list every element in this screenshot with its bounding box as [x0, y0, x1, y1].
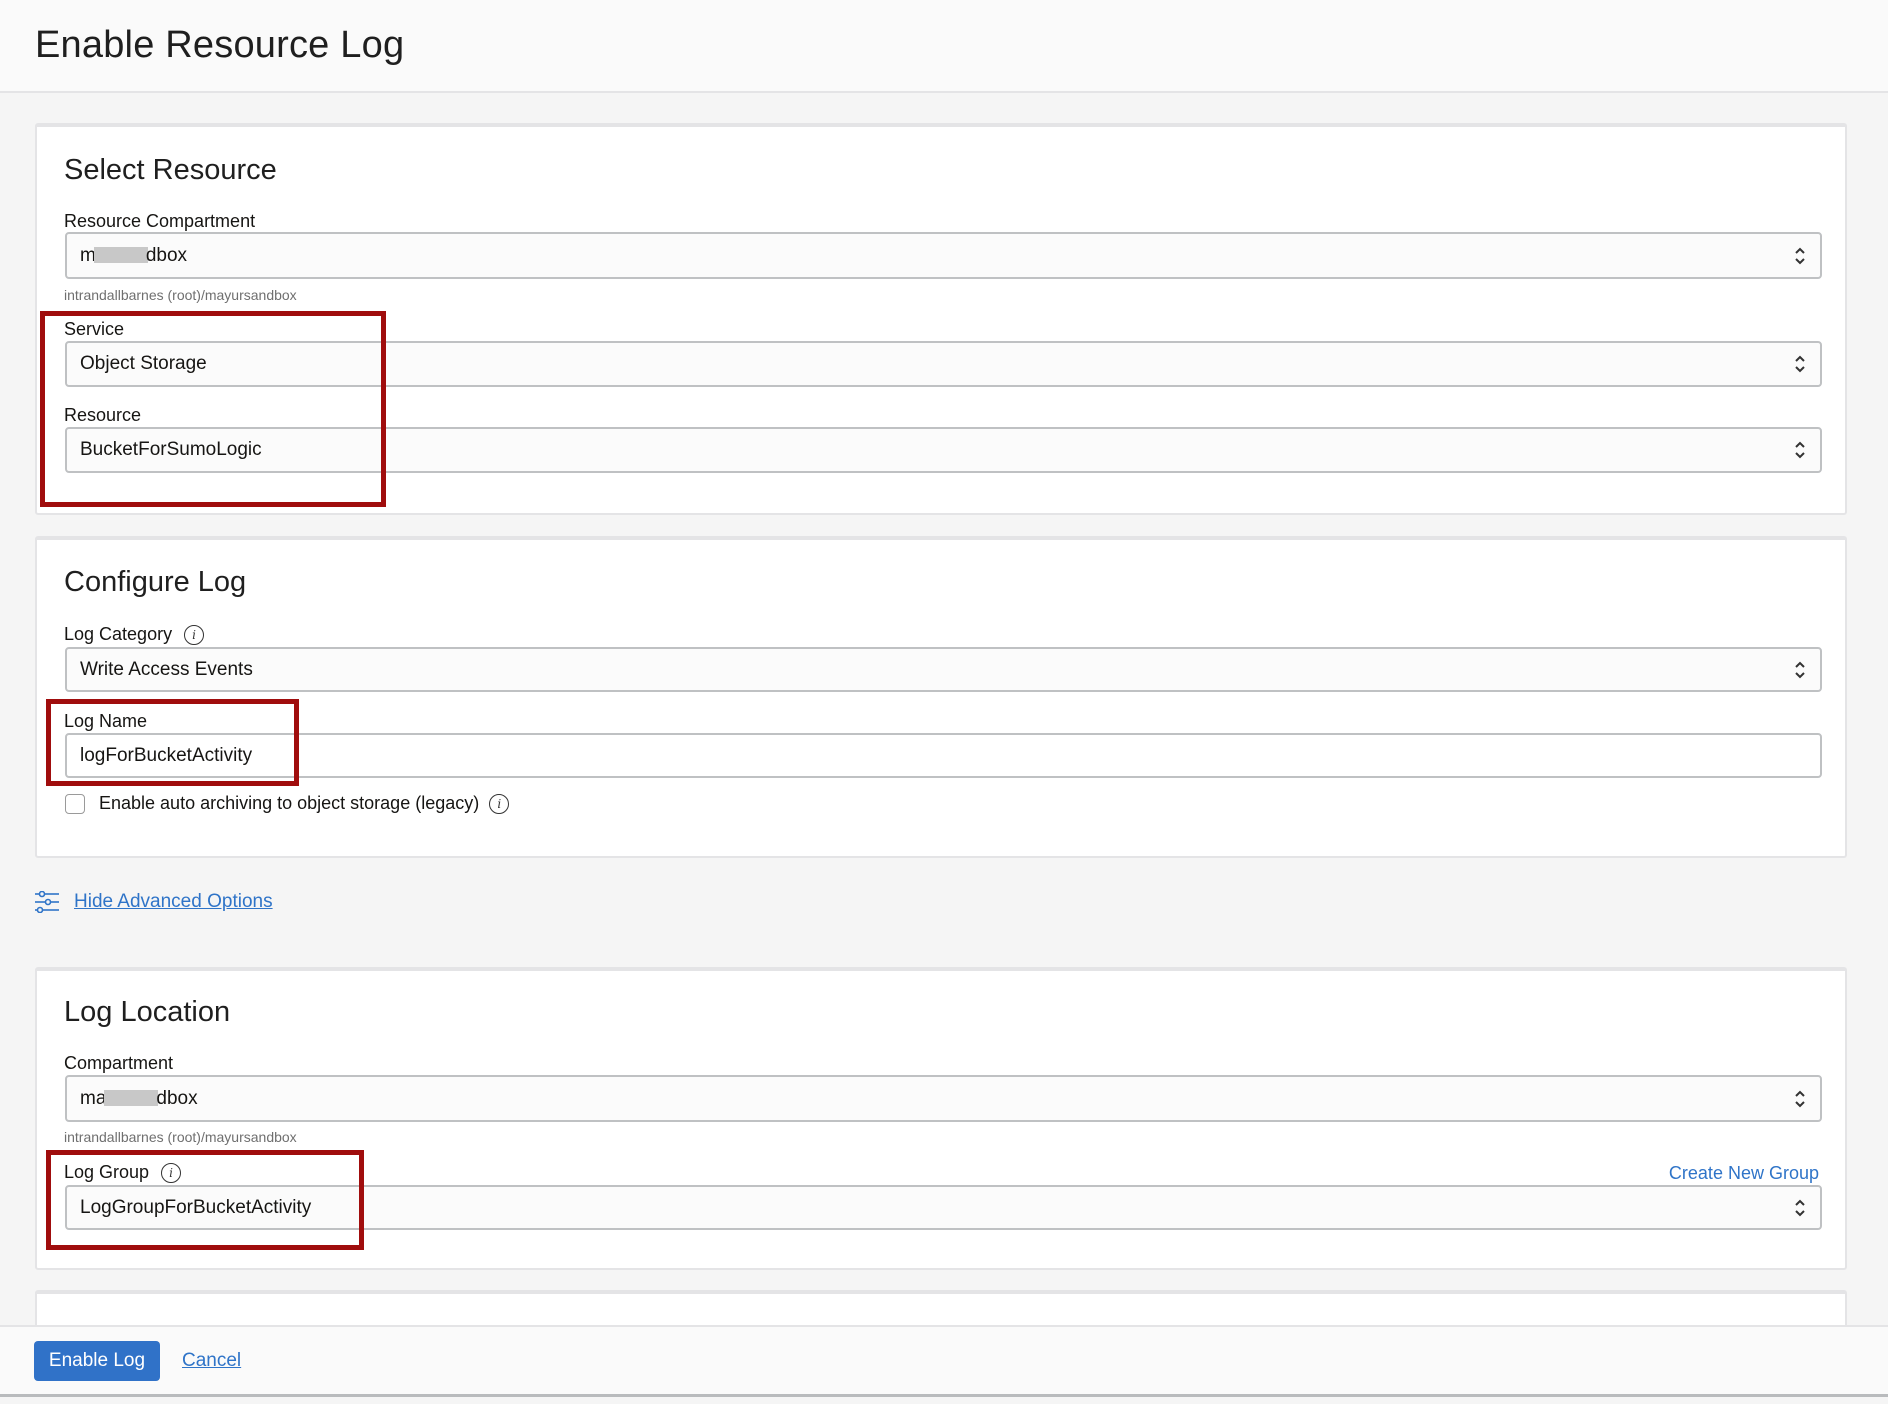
section-title-log-location: Log Location [64, 996, 231, 1028]
resource-compartment-value: m dbox [80, 244, 188, 266]
resource-label: Resource [64, 405, 142, 425]
service-select[interactable]: Object Storage [65, 341, 1822, 387]
service-value: Object Storage [80, 353, 207, 374]
info-icon[interactable]: i [161, 1162, 182, 1183]
section-title-configure-log: Configure Log [64, 566, 247, 598]
footer-action-bar: Enable Log Cancel [0, 1325, 1888, 1397]
advanced-options-toggle[interactable]: Hide Advanced Options [35, 891, 273, 913]
log-location-section: Log Location Compartment ma dbox intranda… [35, 967, 1847, 1270]
compartment-path: intrandallbarnes (root)/mayursandbox [64, 1129, 297, 1145]
select-resource-section: Select Resource Resource Compartment m db… [35, 123, 1847, 515]
chevron-updown-icon [1795, 247, 1805, 264]
log-group-select[interactable]: LogGroupForBucketActivity [65, 1185, 1822, 1230]
create-new-group-link[interactable]: Create New Group [1669, 1163, 1819, 1184]
log-name-input[interactable]: logForBucketActivity [65, 733, 1822, 778]
compartment-select[interactable]: ma dbox [65, 1075, 1822, 1122]
auto-archive-checkbox[interactable] [65, 793, 85, 814]
log-name-label: Log Name [64, 711, 148, 731]
log-category-value: Write Access Events [80, 658, 253, 680]
log-category-select[interactable]: Write Access Events [65, 647, 1822, 692]
log-category-label: Log Category i [64, 624, 205, 645]
resource-compartment-select[interactable]: m dbox [65, 232, 1822, 279]
log-name-value: logForBucketActivity [80, 744, 253, 766]
resource-value: BucketForSumoLogic [80, 439, 262, 460]
auto-archive-row: Enable auto archiving to object storage … [65, 793, 510, 814]
resource-compartment-path: intrandallbarnes (root)/mayursandbox [64, 287, 297, 303]
resource-compartment-label-text: Resource Compartment [64, 211, 256, 231]
page-header: Enable Resource Log [0, 0, 1888, 93]
info-icon[interactable]: i [184, 624, 205, 645]
chevron-updown-icon [1795, 355, 1805, 373]
service-label: Service [64, 319, 125, 339]
chevron-updown-icon [1795, 441, 1805, 459]
section-title-select-resource: Select Resource [64, 154, 277, 186]
chevron-updown-icon [1795, 661, 1805, 678]
log-group-value: LogGroupForBucketActivity [80, 1196, 312, 1218]
chevron-updown-icon [1795, 1090, 1805, 1107]
info-icon[interactable]: i [489, 793, 510, 814]
resource-select[interactable]: BucketForSumoLogic [65, 427, 1822, 473]
compartment-value: ma dbox [80, 1087, 198, 1109]
auto-archive-label: Enable auto archiving to object storage … [99, 793, 480, 813]
redacted-block [93, 247, 148, 264]
page-title: Enable Resource Log [35, 24, 405, 66]
configure-log-section: Configure Log Log Category i Write Acces… [35, 536, 1847, 858]
log-group-label: Log Group i [64, 1162, 182, 1183]
hide-advanced-options-link[interactable]: Hide Advanced Options [74, 891, 273, 913]
redacted-block [104, 1090, 159, 1107]
cancel-link[interactable]: Cancel [182, 1350, 241, 1372]
compartment-label: Compartment [64, 1053, 174, 1073]
sliders-icon [35, 891, 59, 913]
chevron-updown-icon [1795, 1199, 1805, 1216]
resource-compartment-label: Resource Compartment [64, 211, 255, 232]
enable-log-button[interactable]: Enable Log [34, 1341, 160, 1381]
